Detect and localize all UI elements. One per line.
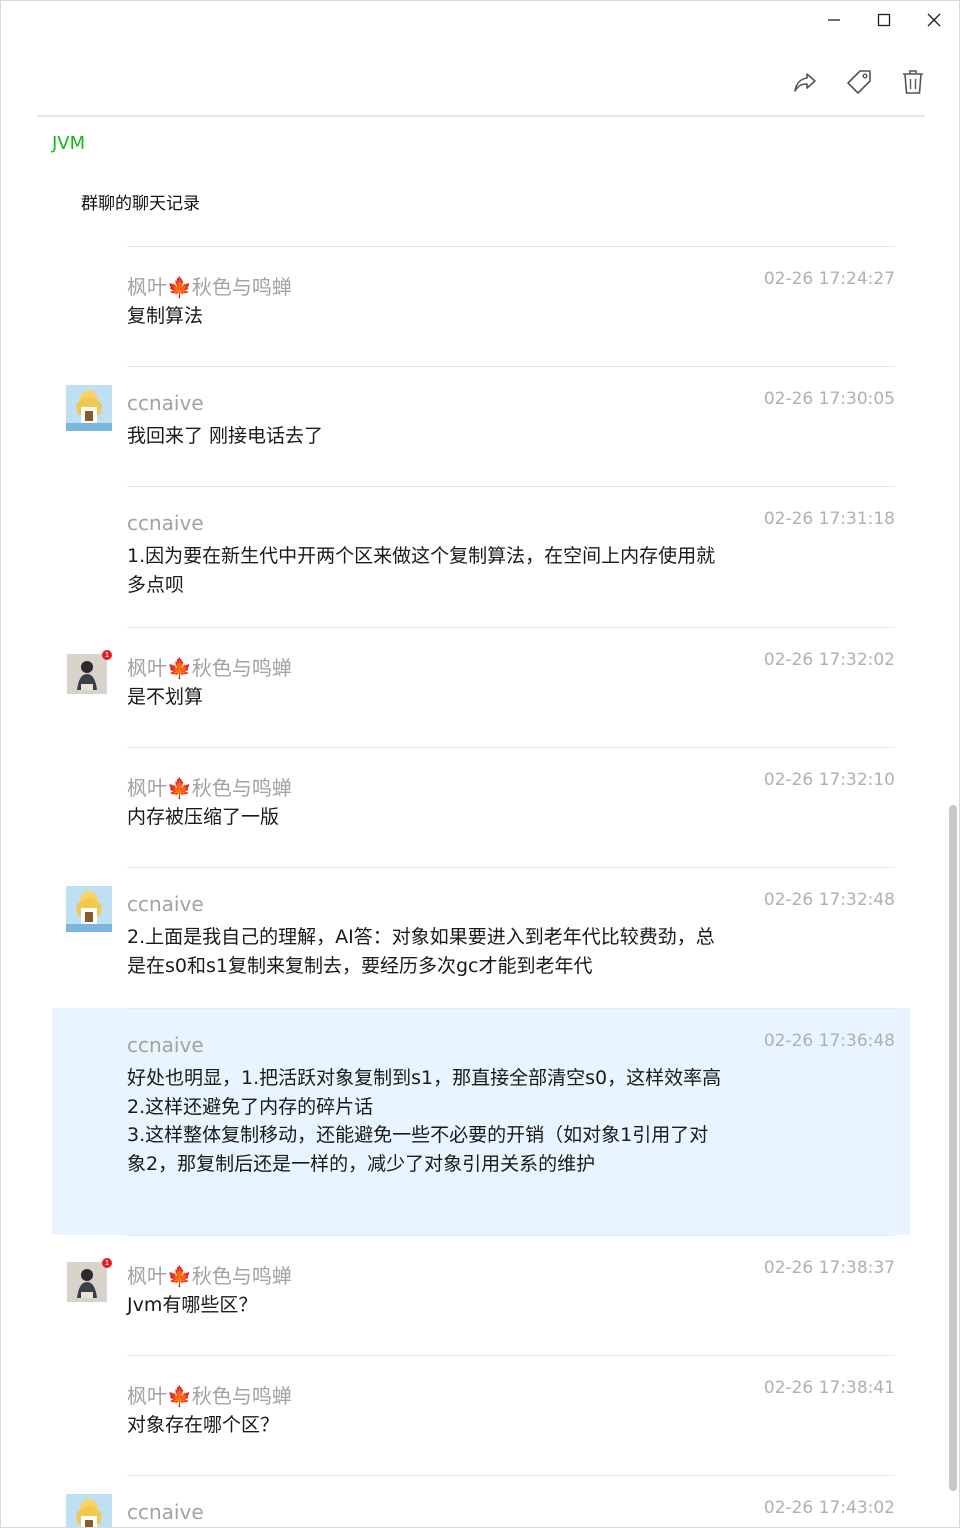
delete-button[interactable] bbox=[897, 63, 929, 101]
message-text: 对象存在哪个区？ bbox=[127, 1414, 280, 1436]
chat-record-window: JVM 群聊的聊天记录 枫叶🍁秋色与鸣蝉 02-26 17:24:27 复制算法 cc… bbox=[0, 0, 960, 1528]
message-text: 好处也明显，1.把活跃对象复制到s1，那直接全部清空s0，这样效率高 2.这样还… bbox=[127, 1067, 722, 1175]
message-item[interactable]: ccnaive 02-26 17:31:18 1.因为要在新生代中开两个区来做这个复… bbox=[52, 486, 910, 627]
tag-icon bbox=[847, 70, 871, 94]
message-divider bbox=[127, 1355, 895, 1356]
maximize-icon bbox=[877, 13, 891, 27]
sender-name[interactable]: ccnaive bbox=[127, 511, 204, 535]
scrollbar[interactable] bbox=[949, 805, 957, 1491]
sender-name[interactable]: 枫叶🍁秋色与鸣蝉 bbox=[127, 772, 292, 801]
message-divider bbox=[127, 1475, 895, 1476]
message-divider bbox=[127, 1235, 895, 1236]
minimize-button[interactable] bbox=[809, 1, 859, 39]
avatar[interactable] bbox=[66, 886, 112, 932]
sender-name[interactable]: 枫叶🍁秋色与鸣蝉 bbox=[127, 1380, 292, 1409]
message-divider bbox=[127, 627, 895, 628]
sender-name[interactable]: ccnaive bbox=[127, 1500, 204, 1524]
message-timestamp: 02-26 17:32:10 bbox=[763, 770, 895, 790]
message-item[interactable]: ccnaive 02-26 17:43:02 bbox=[52, 1475, 910, 1527]
message-divider bbox=[127, 246, 895, 247]
toolbar bbox=[789, 63, 929, 101]
message-text: 2.上面是我自己的理解，AI答：对象如果要进入到老年代比较费劲，总是在s0和s1… bbox=[127, 926, 715, 977]
message-timestamp: 02-26 17:36:48 bbox=[763, 1031, 895, 1051]
message-timestamp: 02-26 17:38:37 bbox=[763, 1258, 895, 1278]
message-text: 是不划算 bbox=[127, 686, 204, 708]
sender-name[interactable]: 枫叶🍁秋色与鸣蝉 bbox=[127, 1260, 292, 1289]
message-item[interactable]: 枫叶🍁秋色与鸣蝉 02-26 17:38:41 对象存在哪个区？ bbox=[52, 1355, 910, 1475]
unread-badge: 1 bbox=[102, 1258, 112, 1268]
message-timestamp: 02-26 17:38:41 bbox=[763, 1378, 895, 1398]
sender-name[interactable]: ccnaive bbox=[127, 892, 204, 916]
sender-name[interactable]: ccnaive bbox=[127, 1033, 204, 1057]
message-item[interactable]: ccnaive 02-26 17:32:48 2.上面是我自己的理解，AI答：对象如… bbox=[52, 867, 910, 1008]
minimize-icon bbox=[828, 19, 840, 21]
message-item[interactable]: 枫叶🍁秋色与鸣蝉 02-26 17:32:10 内存被压缩了一版 bbox=[52, 747, 910, 867]
message-item[interactable]: 1 枫叶🍁秋色与鸣蝉 02-26 17:32:02 是不划算 bbox=[52, 627, 910, 747]
sender-name[interactable]: 枫叶🍁秋色与鸣蝉 bbox=[127, 652, 292, 681]
tag-button[interactable] bbox=[843, 63, 875, 101]
message-divider bbox=[127, 366, 895, 367]
message-divider bbox=[127, 867, 895, 868]
message-timestamp: 02-26 17:31:18 bbox=[763, 509, 895, 529]
unread-badge: 1 bbox=[102, 650, 112, 660]
header-divider bbox=[37, 115, 925, 117]
message-item[interactable]: 1 枫叶🍁秋色与鸣蝉 02-26 17:38:37 Jvm有哪些区？ bbox=[52, 1235, 910, 1355]
message-text: 1.因为要在新生代中开两个区来做这个复制算法，在空间上内存使用就多点呗 bbox=[127, 545, 716, 596]
maximize-button[interactable] bbox=[859, 1, 909, 39]
message-divider bbox=[127, 747, 895, 748]
sender-name[interactable]: ccnaive bbox=[127, 391, 204, 415]
forward-icon bbox=[794, 73, 816, 92]
message-timestamp: 02-26 17:30:05 bbox=[763, 389, 895, 409]
forward-button[interactable] bbox=[789, 63, 821, 101]
page-title: 群聊的聊天记录 bbox=[81, 194, 200, 214]
message-item[interactable]: 枫叶🍁秋色与鸣蝉 02-26 17:24:27 复制算法 bbox=[52, 246, 910, 366]
avatar[interactable]: 1 bbox=[67, 1258, 112, 1302]
message-text: 我回来了 刚接电话去了 bbox=[127, 425, 324, 447]
close-icon bbox=[927, 13, 941, 27]
avatar[interactable] bbox=[66, 385, 112, 431]
category-tag[interactable]: JVM bbox=[52, 133, 85, 154]
message-text: 复制算法 bbox=[127, 305, 204, 327]
message-item[interactable]: ccnaive 02-26 17:30:05 我回来了 刚接电话去了 bbox=[52, 366, 910, 486]
message-timestamp: 02-26 17:32:48 bbox=[763, 890, 895, 910]
avatar[interactable] bbox=[66, 1494, 112, 1527]
sender-name[interactable]: 枫叶🍁秋色与鸣蝉 bbox=[127, 271, 292, 300]
close-button[interactable] bbox=[909, 1, 959, 39]
message-text: Jvm有哪些区？ bbox=[127, 1294, 258, 1316]
trash-icon bbox=[903, 70, 923, 94]
message-item[interactable]: ccnaive 02-26 17:36:48 好处也明显，1.把活跃对象复制到s1，… bbox=[52, 1008, 910, 1235]
message-timestamp: 02-26 17:43:02 bbox=[763, 1498, 895, 1518]
avatar[interactable]: 1 bbox=[67, 650, 112, 694]
message-divider bbox=[127, 486, 895, 487]
message-timestamp: 02-26 17:32:02 bbox=[763, 650, 895, 670]
message-divider bbox=[127, 1008, 895, 1009]
message-text: 内存被压缩了一版 bbox=[127, 806, 280, 828]
window-controls bbox=[809, 1, 959, 41]
message-timestamp: 02-26 17:24:27 bbox=[763, 269, 895, 289]
